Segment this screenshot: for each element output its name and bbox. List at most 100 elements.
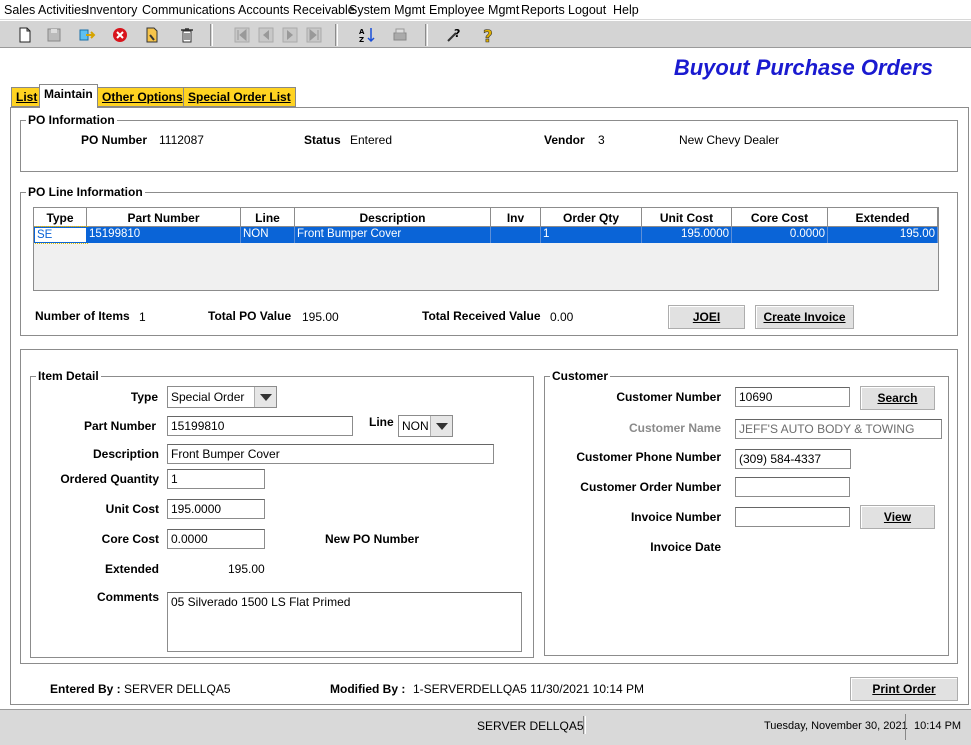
column-header-inv[interactable]: Inv (491, 208, 541, 227)
status-label: Status (304, 133, 341, 147)
table-cell-inv[interactable] (491, 227, 541, 243)
menu-sales-activities[interactable]: Sales Activities (4, 3, 87, 17)
toolbar: AZ ? ? (0, 20, 971, 48)
tab-other-options[interactable]: Other Options (97, 87, 188, 107)
sort-az-icon[interactable]: AZ (357, 25, 377, 45)
description-label: Description (92, 447, 159, 461)
invoice-number-input[interactable] (735, 507, 850, 527)
vendor-label: Vendor (544, 133, 585, 147)
part-number-input[interactable]: 15199810 (167, 416, 353, 436)
clipboard-icon[interactable] (142, 25, 162, 45)
comments-textarea[interactable]: 05 Silverado 1500 LS Flat Primed (167, 592, 522, 652)
extended-label: Extended (104, 562, 159, 576)
table-cell-order-qty[interactable]: 1 (541, 227, 642, 243)
chevron-down-icon[interactable] (430, 416, 452, 436)
joei-button[interactable]: JOEI (668, 305, 745, 329)
delete-cancel-icon[interactable] (110, 25, 130, 45)
svg-text:?: ? (454, 27, 460, 40)
next-record-icon[interactable] (280, 25, 300, 45)
svg-text:A: A (359, 28, 365, 36)
status-separator (583, 716, 586, 734)
search-button[interactable]: Search (860, 386, 935, 410)
new-po-number-label: New PO Number (325, 532, 420, 546)
item-detail-legend: Item Detail (36, 369, 101, 383)
chevron-down-icon[interactable] (254, 387, 276, 407)
column-header-part-number[interactable]: Part Number (87, 208, 241, 227)
number-of-items-label: Number of Items (35, 309, 130, 323)
arrow-right-icon[interactable] (77, 25, 97, 45)
view-button[interactable]: View (860, 505, 935, 529)
svg-text:Z: Z (359, 36, 364, 44)
vendor-id-value: 3 (598, 133, 605, 147)
po-lines-table[interactable]: Type Part Number Line Description Inv Or… (33, 207, 939, 291)
trash-icon[interactable] (177, 25, 197, 45)
vendor-name-value: New Chevy Dealer (679, 133, 780, 147)
tab-special-order-list[interactable]: Special Order List (183, 87, 296, 107)
column-header-type[interactable]: Type (34, 208, 87, 227)
table-cell-line[interactable]: NON (241, 227, 295, 243)
core-cost-input[interactable]: 0.0000 (167, 529, 265, 549)
column-header-description[interactable]: Description (295, 208, 491, 227)
context-help-icon[interactable]: ? (444, 25, 464, 45)
status-time: 10:14 PM (914, 720, 962, 732)
customer-name-label: Customer Name (628, 421, 721, 435)
tab-maintain[interactable]: Maintain (39, 84, 98, 108)
page-title: Buyout Purchase Orders (673, 55, 933, 80)
column-header-unit-cost[interactable]: Unit Cost (642, 208, 732, 227)
print-order-button[interactable]: Print Order (850, 677, 958, 701)
print-icon[interactable] (390, 25, 410, 45)
first-record-icon[interactable] (232, 25, 252, 45)
menu-reports[interactable]: Reports (521, 3, 565, 17)
customer-phone-input[interactable]: (309) 584-4337 (735, 449, 851, 469)
extended-value: 195.00 (228, 562, 265, 576)
line-select-value: NON (402, 419, 429, 433)
column-header-order-qty[interactable]: Order Qty (541, 208, 642, 227)
table-cell-description[interactable]: Front Bumper Cover (295, 227, 491, 243)
create-invoice-button[interactable]: Create Invoice (755, 305, 854, 329)
customer-number-input[interactable]: 10690 (735, 387, 850, 407)
table-cell-unit-cost[interactable]: 195.0000 (642, 227, 732, 243)
core-cost-label: Core Cost (101, 532, 159, 546)
type-select[interactable]: Special Order (167, 386, 277, 408)
table-cell-core-cost[interactable]: 0.0000 (732, 227, 828, 243)
description-input[interactable]: Front Bumper Cover (167, 444, 494, 464)
menu-accounts-receivable[interactable]: Accounts Receivable (238, 3, 355, 17)
last-record-icon[interactable] (304, 25, 324, 45)
po-information-legend: PO Information (26, 113, 117, 127)
table-cell-type[interactable]: SE (34, 226, 88, 244)
toolbar-separator (335, 24, 338, 46)
line-select[interactable]: NON (398, 415, 453, 437)
menu-logout[interactable]: Logout (568, 3, 606, 17)
menu-communications[interactable]: Communications (142, 3, 235, 17)
po-number-value: 1112087 (159, 133, 204, 147)
tab-list[interactable]: List (11, 87, 43, 107)
menu-employee-mgmt[interactable]: Employee Mgmt (429, 3, 519, 17)
ordered-quantity-input[interactable]: 1 (167, 469, 265, 489)
total-po-value-label: Total PO Value (208, 309, 292, 323)
table-cell-extended[interactable]: 195.00 (828, 227, 938, 243)
po-number-label: PO Number (81, 133, 148, 147)
menu-inventory[interactable]: Inventory (86, 3, 137, 17)
customer-order-number-input[interactable] (735, 477, 850, 497)
toolbar-separator (210, 24, 213, 46)
modified-by-label: Modified By : (330, 682, 406, 696)
previous-record-icon[interactable] (256, 25, 276, 45)
new-document-icon[interactable] (15, 25, 35, 45)
menu-help[interactable]: Help (613, 3, 639, 17)
column-header-line[interactable]: Line (241, 208, 295, 227)
total-received-value-label: Total Received Value (422, 309, 541, 323)
type-label: Type (130, 390, 158, 404)
invoice-number-label: Invoice Number (630, 510, 721, 524)
save-icon[interactable] (44, 25, 64, 45)
customer-order-number-label: Customer Order Number (580, 480, 721, 494)
column-header-core-cost[interactable]: Core Cost (732, 208, 828, 227)
status-bar: SERVER DELLQA5 Tuesday, November 30, 202… (0, 709, 971, 745)
menu-system-mgmt[interactable]: System Mgmt (349, 3, 425, 17)
unit-cost-input[interactable]: 195.0000 (167, 499, 265, 519)
total-received-value: 0.00 (550, 310, 574, 324)
help-icon[interactable]: ? (478, 25, 498, 45)
menu-bar: Sales Activities Inventory Communication… (0, 0, 971, 20)
table-cell-part-number[interactable]: 15199810 (87, 227, 241, 243)
column-header-extended[interactable]: Extended (828, 208, 938, 227)
customer-name-input: JEFF'S AUTO BODY & TOWING (735, 419, 942, 439)
